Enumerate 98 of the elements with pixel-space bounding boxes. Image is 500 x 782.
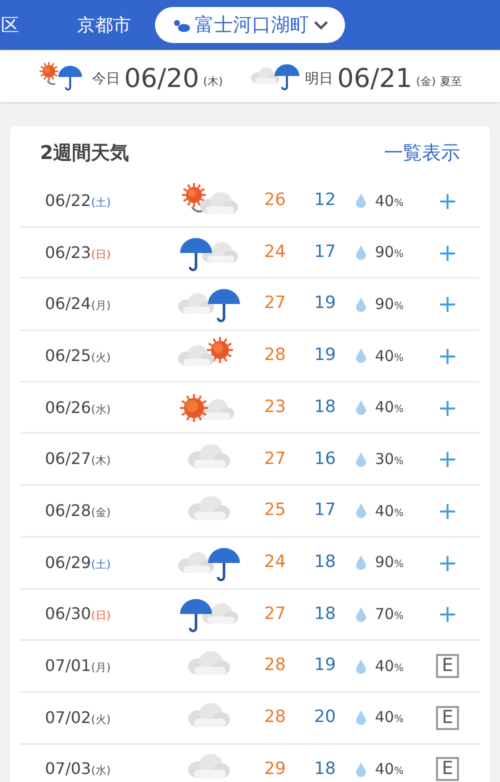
forecast-weekday: (日) (91, 246, 111, 263)
low-temperature: 20 (313, 706, 337, 729)
raindrop-icon (356, 555, 366, 570)
rain-chance: 40% (375, 500, 405, 522)
low-temperature: 16 (313, 448, 337, 471)
raindrop-icon (356, 503, 366, 518)
expand-button[interactable]: + (437, 550, 458, 575)
rank-badge: E (436, 706, 460, 730)
area-tab[interactable]: 区 (1, 12, 19, 38)
forecast-date: 06/27 (45, 448, 92, 470)
day-date: 06/21 (337, 66, 412, 92)
high-temperature: 23 (263, 396, 287, 419)
area-tab[interactable]: 富士河口湖町 (155, 7, 345, 43)
rain-chance: 40% (375, 397, 405, 418)
raindrop-icon (356, 296, 366, 312)
forecast-date: 06/25 (45, 344, 92, 367)
rain-chance: 40% (375, 707, 405, 728)
high-temperature: 24 (263, 550, 287, 574)
day-weekday: (木) (203, 74, 223, 90)
high-temperature: 29 (263, 758, 287, 781)
sun-cloud-icon (171, 17, 191, 33)
low-temperature: 19 (313, 292, 337, 316)
expand-button[interactable]: + (437, 292, 458, 316)
high-temperature: 28 (263, 654, 287, 678)
low-temperature: 19 (313, 344, 337, 368)
forecast-date: 06/28 (45, 500, 92, 522)
rain-chance: 70% (375, 604, 405, 626)
day-weekday: (金) (416, 74, 436, 90)
forecast-weekday: (火) (91, 350, 111, 366)
forecast-date: 07/01 (45, 655, 92, 678)
forecast-weekday: (火) (91, 712, 111, 728)
forecast-date: 06/29 (45, 552, 92, 574)
rank-badge: E (436, 757, 460, 782)
card-title: 2週間天気 (40, 140, 130, 166)
low-temperature: 12 (313, 189, 337, 212)
low-temperature: 17 (313, 499, 337, 522)
forecast-weekday: (水) (91, 763, 111, 780)
high-temperature: 28 (263, 706, 287, 729)
forecast-date: 06/23 (45, 242, 92, 264)
low-temperature: 17 (313, 240, 337, 264)
expand-button[interactable]: + (437, 602, 458, 626)
expand-button[interactable]: + (437, 396, 458, 420)
raindrop-icon (356, 606, 366, 622)
forecast-weekday: (水) (91, 402, 111, 418)
forecast-weekday: (土) (91, 556, 111, 573)
expand-button[interactable]: + (437, 240, 458, 265)
expand-button[interactable]: + (437, 447, 458, 472)
raindrop-icon (356, 762, 366, 777)
rain-chance: 40% (375, 190, 405, 212)
forecast-date: 07/03 (45, 758, 92, 780)
high-temperature: 28 (263, 344, 287, 368)
forecast-date: 06/26 (45, 396, 92, 419)
low-temperature: 18 (313, 550, 337, 574)
forecast-date: 06/30 (45, 603, 92, 626)
forecast-date: 06/22 (45, 190, 92, 212)
forecast-weekday: (土) (91, 194, 111, 211)
forecast-date: 06/24 (45, 293, 92, 316)
expand-button[interactable]: + (437, 188, 458, 213)
forecast-weekday: (木) (91, 453, 111, 470)
forecast-date: 07/02 (45, 706, 92, 729)
rain-chance: 40% (375, 759, 405, 780)
rain-chance: 90% (375, 552, 405, 574)
day-note: 夏至 (440, 74, 462, 90)
rain-chance: 90% (375, 242, 405, 264)
rain-chance: 40% (375, 346, 405, 367)
raindrop-icon (356, 452, 366, 467)
high-temperature: 27 (263, 602, 287, 626)
forecast-weekday: (月) (91, 298, 111, 314)
rain-chance: 90% (375, 294, 405, 315)
raindrop-icon (356, 710, 366, 726)
raindrop-icon (356, 193, 366, 208)
high-temperature: 26 (263, 189, 287, 212)
forecast-weekday: (金) (91, 504, 111, 521)
high-temperature: 27 (263, 292, 287, 316)
forecast-weekday: (日) (91, 608, 111, 624)
area-tab[interactable]: 京都市 (77, 12, 131, 38)
low-temperature: 19 (313, 654, 337, 678)
day-date: 06/20 (124, 66, 200, 92)
expand-button[interactable]: + (437, 344, 458, 368)
raindrop-icon (356, 658, 366, 674)
rain-chance: 30% (375, 449, 405, 470)
low-temperature: 18 (313, 602, 337, 626)
low-temperature: 18 (313, 758, 337, 781)
day-label: 今日 (92, 70, 120, 89)
high-temperature: 24 (263, 240, 287, 264)
raindrop-icon (356, 245, 366, 260)
rain-chance: 40% (375, 656, 405, 677)
high-temperature: 27 (263, 448, 287, 471)
chevron-down-icon (313, 19, 329, 31)
rank-badge: E (436, 654, 460, 678)
list-view-link[interactable]: 一覧表示 (384, 138, 460, 168)
forecast-weekday: (月) (91, 660, 111, 676)
day-label: 明日 (305, 70, 334, 89)
expand-button[interactable]: + (437, 498, 458, 523)
raindrop-icon (356, 348, 366, 364)
raindrop-icon (356, 400, 366, 416)
high-temperature: 25 (263, 499, 287, 522)
low-temperature: 18 (313, 396, 337, 419)
